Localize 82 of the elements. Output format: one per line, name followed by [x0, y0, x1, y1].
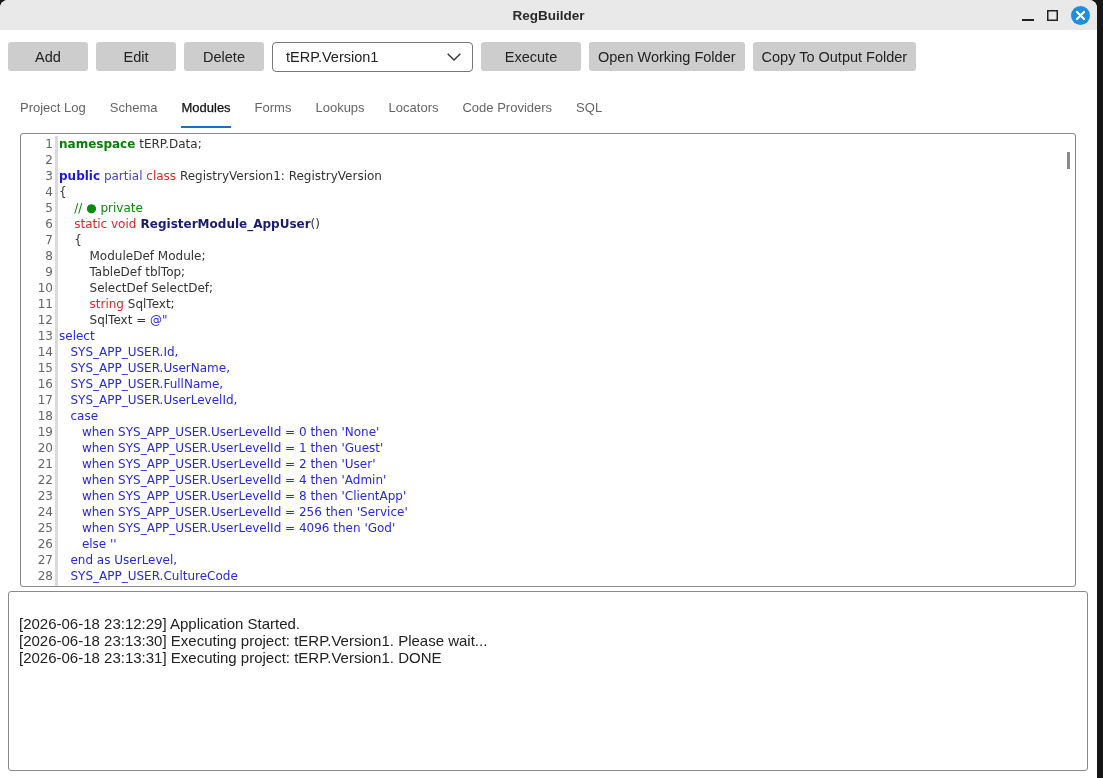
- line-number: 10: [37, 280, 53, 296]
- line-number: 15: [37, 360, 53, 376]
- line-number: 26: [37, 536, 53, 552]
- log-line: [2026-06-18 23:13:30] Executing project: tERP.Version1. Please wait...: [19, 632, 488, 649]
- code-line: TableDef tblTop;: [88, 265, 186, 279]
- line-number: 11: [37, 296, 53, 312]
- log-line: [2026-06-18 23:12:29] Application Started.: [19, 615, 301, 632]
- line-number: 16: [37, 376, 53, 392]
- toolbar-button[interactable]: Add: [8, 42, 88, 71]
- toolbar-button[interactable]: Copy To Output Folder: [752, 42, 917, 71]
- code-line: {: [59, 185, 67, 199]
- tab[interactable]: Schema: [109, 92, 158, 128]
- line-number: 25: [37, 520, 53, 536]
- tab[interactable]: SQL: [576, 92, 603, 128]
- code-line: SYS_APP_USER.UserLevelId,: [69, 393, 238, 407]
- line-number: 12: [37, 312, 53, 328]
- code-line: ModuleDef Module;: [88, 249, 206, 263]
- toolbar-button[interactable]: Open Working Folder: [589, 42, 745, 71]
- code-line: case: [69, 409, 99, 423]
- code-line: SYS_APP_USER.CultureCode: [69, 569, 238, 583]
- code-line: static void RegisterModule_AppUser(): [73, 217, 320, 231]
- tab[interactable]: Modules: [181, 92, 231, 128]
- toolbar-button[interactable]: Execute: [481, 42, 581, 71]
- line-number: 27: [37, 552, 53, 568]
- line-number: 6: [45, 216, 53, 232]
- project-dropdown[interactable]: tERP.Version1: [272, 42, 473, 72]
- code-line: SYS_APP_USER.UserName,: [69, 361, 230, 375]
- line-number: 9: [45, 264, 53, 280]
- tab[interactable]: Forms: [254, 92, 292, 128]
- tab[interactable]: Project Log: [20, 92, 86, 128]
- code-line: when SYS_APP_USER.UserLevelId = 1 then 'Guest': [80, 441, 384, 455]
- code-line: select: [59, 329, 95, 343]
- line-number: 24: [37, 504, 53, 520]
- code-line: else '': [80, 537, 117, 551]
- line-number: 3: [45, 168, 53, 184]
- line-number: 28: [37, 568, 53, 584]
- code-line: when SYS_APP_USER.UserLevelId = 8 then 'ClientApp': [80, 489, 407, 503]
- code-line: when SYS_APP_USER.UserLevelId = 256 then 'Service': [80, 505, 408, 519]
- line-number: 1: [45, 136, 53, 152]
- caret-icon: [447, 53, 461, 61]
- line-number: 7: [45, 232, 53, 248]
- line-number: 17: [37, 392, 53, 408]
- line-number: 21: [37, 456, 53, 472]
- line-number: 23: [37, 488, 53, 504]
- toolbar-button[interactable]: Edit: [96, 42, 176, 71]
- code-line: // ● private: [73, 201, 143, 215]
- code-line: SYS_APP_USER.FullName,: [69, 377, 224, 391]
- maximize-button[interactable]: [1047, 9, 1058, 21]
- close-button[interactable]: [1071, 5, 1090, 25]
- code-line: SelectDef SelectDef;: [88, 281, 214, 295]
- code-line: when SYS_APP_USER.UserLevelId = 4 then 'Admin': [80, 473, 387, 487]
- code-line: namespace tERP.Data;: [59, 137, 202, 151]
- line-number: 5: [45, 200, 53, 216]
- minimize-icon: [1022, 18, 1034, 21]
- scrollbar-thumb[interactable]: [1067, 152, 1070, 169]
- code-line: end as UserLevel,: [69, 553, 178, 567]
- line-number: 14: [37, 344, 53, 360]
- line-number: 22: [37, 472, 53, 488]
- code-line: public partial class RegistryVersion1: RegistryVersion: [59, 169, 382, 183]
- close-icon: [1071, 5, 1090, 25]
- toolbar-button[interactable]: Delete: [184, 42, 264, 71]
- window-title: RegBuilder: [512, 7, 585, 23]
- line-number: 4: [45, 184, 53, 200]
- line-number: 18: [37, 408, 53, 424]
- line-number: 19: [37, 424, 53, 440]
- code-line: SYS_APP_USER.Id,: [69, 345, 179, 359]
- code-line: SqlText = @": [88, 313, 168, 327]
- tab[interactable]: Locators: [388, 92, 439, 128]
- code-line: when SYS_APP_USER.UserLevelId = 2 then 'User': [80, 457, 376, 471]
- tab[interactable]: Lookups: [315, 92, 365, 128]
- line-number: 13: [37, 328, 53, 344]
- line-number: 8: [45, 248, 53, 264]
- line-number: 20: [37, 440, 53, 456]
- code-editor[interactable]: [20, 133, 1076, 587]
- line-number: 2: [45, 152, 53, 168]
- log-line: [2026-06-18 23:13:31] Executing project: tERP.Version1. DONE: [19, 649, 442, 666]
- code-line: string SqlText;: [88, 297, 175, 311]
- code-line: when SYS_APP_USER.UserLevelId = 4096 then 'God': [80, 521, 396, 535]
- code-line: when SYS_APP_USER.UserLevelId = 0 then 'None': [80, 425, 380, 439]
- tab[interactable]: Code Providers: [462, 92, 553, 128]
- maximize-icon: [1047, 9, 1058, 21]
- code-line: {: [73, 233, 82, 247]
